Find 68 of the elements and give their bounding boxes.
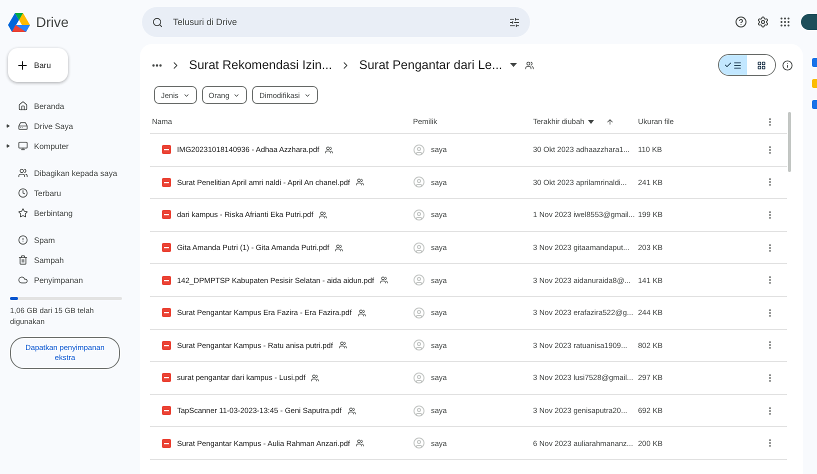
breadcrumb-link[interactable]: Surat Rekomendasi Izin... xyxy=(189,58,332,72)
info-icon[interactable] xyxy=(782,60,793,70)
app-name: Drive xyxy=(36,14,69,30)
alert-icon xyxy=(18,235,28,245)
shared-icon xyxy=(525,60,534,70)
list-view-button[interactable] xyxy=(719,55,747,75)
clock-icon xyxy=(18,188,28,198)
list-icon xyxy=(733,60,742,70)
chevron-down-icon xyxy=(233,92,240,98)
avatar-icon xyxy=(413,176,425,188)
dropdown-icon[interactable] xyxy=(588,120,594,124)
sidebar-item[interactable]: Beranda xyxy=(0,96,140,116)
arrow-up-icon[interactable] xyxy=(606,118,614,126)
people-icon xyxy=(18,168,28,178)
avatar[interactable] xyxy=(801,14,817,30)
sidebar-item[interactable]: Berbintang xyxy=(0,203,140,223)
expand-icon[interactable] xyxy=(6,124,10,128)
avatar-icon xyxy=(413,306,425,319)
search-icon xyxy=(152,16,163,28)
computer-icon xyxy=(18,141,28,151)
avatar-icon xyxy=(413,242,425,254)
scrollbar[interactable] xyxy=(788,112,791,172)
avatar-icon xyxy=(413,372,425,384)
sidebar-item[interactable]: Penyimpanan xyxy=(0,270,140,290)
pdf-icon xyxy=(162,178,171,187)
pdf-icon xyxy=(162,243,171,252)
pdf-icon xyxy=(162,308,171,318)
check-icon xyxy=(724,61,732,69)
more-horizontal-icon[interactable] xyxy=(152,64,162,66)
cloud-icon xyxy=(18,275,28,285)
pdf-icon xyxy=(162,276,171,285)
sidebar-item[interactable]: Terbaru xyxy=(0,183,140,203)
search-bar[interactable]: Telusuri di Drive xyxy=(142,7,530,37)
grid-icon xyxy=(756,60,766,70)
avatar-icon xyxy=(413,339,425,352)
sidebar-item[interactable]: Komputer xyxy=(0,136,140,156)
pdf-icon xyxy=(162,210,171,220)
plus-icon xyxy=(16,58,29,72)
avatar-icon xyxy=(413,208,425,221)
avatar-icon xyxy=(413,404,425,417)
expand-icon[interactable] xyxy=(6,144,10,148)
sidebar-item[interactable]: Spam xyxy=(0,230,140,250)
sidebar-item[interactable]: Drive Saya xyxy=(0,116,140,136)
apps-icon[interactable] xyxy=(779,16,791,28)
dropdown-icon[interactable] xyxy=(510,63,518,67)
drive-logo-icon xyxy=(8,12,30,32)
breadcrumb-link[interactable]: Surat Pengantar dari Le... xyxy=(359,58,502,72)
avatar-icon xyxy=(413,144,425,156)
filter-icon[interactable] xyxy=(509,16,520,28)
avatar-icon xyxy=(413,274,425,286)
pdf-icon xyxy=(162,438,171,448)
star-icon xyxy=(18,208,28,218)
pdf-icon xyxy=(162,145,171,154)
pdf-icon xyxy=(162,340,171,350)
trash-icon xyxy=(18,255,28,265)
sidebar-item[interactable]: Sampah xyxy=(0,250,140,270)
chevron-down-icon xyxy=(304,92,311,98)
chevron-down-icon xyxy=(182,92,190,98)
drive-icon xyxy=(18,121,28,131)
pdf-icon xyxy=(162,406,171,416)
help-icon[interactable] xyxy=(735,16,747,28)
home-icon xyxy=(18,101,28,111)
settings-icon[interactable] xyxy=(757,16,769,28)
pdf-icon xyxy=(162,373,171,382)
avatar-icon xyxy=(413,437,425,450)
sidebar-item[interactable]: Dibagikan kepada saya xyxy=(0,163,140,183)
search-field[interactable]: Telusuri di Drive xyxy=(171,16,501,28)
new-button[interactable]: Baru xyxy=(8,48,68,82)
